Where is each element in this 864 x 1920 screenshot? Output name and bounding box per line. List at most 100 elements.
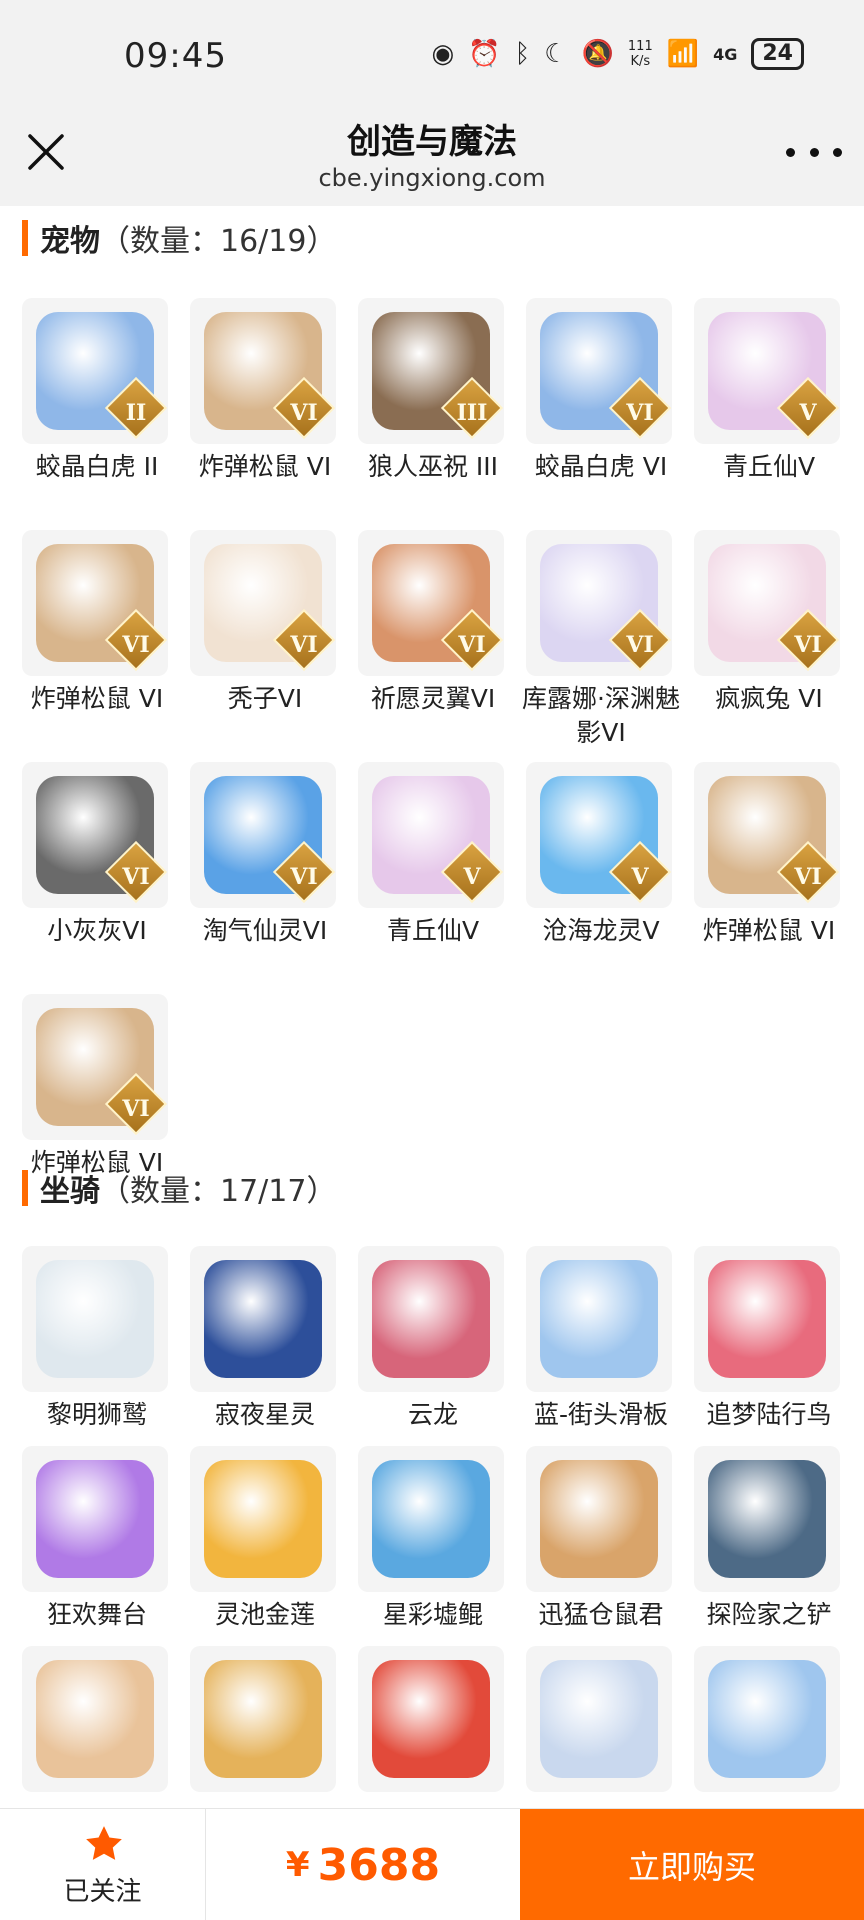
follow-label: 已关注: [63, 1877, 142, 1907]
mount-name: 狂欢舞台: [46, 1600, 147, 1629]
page-header: 创造与魔法 cbe.yingxiong.com: [0, 110, 864, 206]
mount-thumbnail: [358, 1446, 504, 1592]
mount-image: [540, 1660, 658, 1778]
page-title: 创造与魔法: [347, 122, 517, 162]
page-url: cbe.yingxiong.com: [318, 164, 546, 192]
section-accent: [22, 220, 28, 256]
mount-image: [36, 1460, 154, 1578]
level-badge-text: VI: [122, 1096, 150, 1122]
mounts-count: （数量：17/17）: [100, 1174, 337, 1209]
mount-thumbnail: [358, 1246, 504, 1392]
pets-title: 宠物: [40, 224, 100, 259]
pet-name: 秃子VI: [227, 684, 303, 713]
pet-thumbnail: VI: [190, 298, 336, 444]
pet-thumbnail: III: [358, 298, 504, 444]
pet-thumbnail: VI: [694, 530, 840, 676]
pet-name: 青丘仙V: [722, 452, 816, 481]
pet-thumbnail: V: [358, 762, 504, 908]
mount-image: [204, 1660, 322, 1778]
currency-symbol: ¥: [285, 1845, 310, 1885]
mount-name: 寂夜星灵: [214, 1400, 315, 1429]
bottom-bar: 已关注 ¥ 3688 立即购买: [0, 1808, 864, 1920]
pet-name: 蛟晶白虎 VI: [534, 452, 668, 481]
mount-name: 黎明狮鹫: [46, 1400, 147, 1429]
status-icons: ◉ ⏰ ᛒ ☾ 🔕 111 K/s 📶 4G 24: [432, 38, 804, 70]
mount-name: 探险家之铲: [706, 1600, 832, 1629]
pets-section-header: 宠物 （数量：16/19）: [22, 218, 337, 259]
level-badge-text: V: [799, 400, 817, 426]
mount-thumbnail: [22, 1446, 168, 1592]
level-badge-text: II: [125, 400, 147, 426]
level-badge-text: VI: [794, 632, 822, 658]
level-badge-text: VI: [122, 864, 150, 890]
pet-thumbnail: V: [526, 762, 672, 908]
mount-thumbnail: [694, 1646, 840, 1792]
level-badge-text: VI: [626, 400, 654, 426]
level-badge-text: III: [456, 400, 488, 426]
pets-count: （数量：16/19）: [100, 224, 337, 259]
mount-name: 蓝-街头滑板: [533, 1400, 669, 1429]
mount-thumbnail: [694, 1246, 840, 1392]
pet-name: 淘气仙灵VI: [202, 916, 328, 945]
mount-thumbnail: [526, 1446, 672, 1592]
buy-now-button[interactable]: 立即购买: [520, 1809, 864, 1920]
pet-name: 库露娜·深渊魅影VI: [522, 684, 680, 747]
battery-icon: 24: [751, 38, 804, 70]
price: ¥ 3688: [206, 1809, 520, 1920]
network-speed: 111 K/s: [628, 39, 653, 69]
mount-image: [540, 1460, 658, 1578]
mount-image: [204, 1260, 322, 1378]
mute-icon: 🔕: [581, 39, 614, 69]
level-badge-text: V: [463, 864, 481, 890]
mount-name: 星彩墟鲲: [382, 1600, 483, 1629]
pet-name: 炸弹松鼠 VI: [198, 452, 332, 481]
pet-name: 青丘仙V: [386, 916, 480, 945]
section-accent: [22, 1170, 28, 1206]
mount-name: 迅猛仓鼠君: [538, 1600, 664, 1629]
pet-thumbnail: VI: [190, 762, 336, 908]
pet-thumbnail: VI: [694, 762, 840, 908]
speed-unit: K/s: [630, 54, 651, 69]
level-badge-text: VI: [122, 632, 150, 658]
mount-thumbnail: [694, 1446, 840, 1592]
pet-name: 沧海龙灵V: [542, 916, 660, 945]
level-badge-text: VI: [290, 632, 318, 658]
level-badge-text: VI: [290, 864, 318, 890]
mount-thumbnail: [22, 1246, 168, 1392]
level-badge-text: VI: [626, 632, 654, 658]
pet-name: 炸弹松鼠 VI: [702, 916, 836, 945]
mount-image: [540, 1260, 658, 1378]
mount-image: [372, 1660, 490, 1778]
pet-name: 蛟晶白虎 II: [35, 452, 159, 481]
level-badge-text: VI: [458, 632, 486, 658]
mounts-section-header: 坐骑 （数量：17/17）: [22, 1168, 337, 1209]
status-time: 09:45: [124, 36, 227, 76]
mount-image: [708, 1460, 826, 1578]
pet-name: 小灰灰VI: [47, 916, 147, 945]
mount-image: [708, 1260, 826, 1378]
star-icon: [86, 1826, 122, 1860]
mount-name: 灵池金莲: [214, 1600, 315, 1629]
mount-image: [204, 1460, 322, 1578]
mounts-title: 坐骑: [40, 1174, 100, 1209]
mount-thumbnail: [190, 1446, 336, 1592]
mount-thumbnail: [526, 1646, 672, 1792]
level-badge-text: VI: [290, 400, 318, 426]
pet-name: 炸弹松鼠 VI: [30, 684, 164, 713]
moon-icon: ☾: [544, 39, 568, 69]
pet-thumbnail: VI: [22, 994, 168, 1140]
pet-thumbnail: VI: [526, 298, 672, 444]
speed-value: 111: [627, 39, 653, 54]
pet-thumbnail: VI: [22, 762, 168, 908]
status-bar: 09:45 ◉ ⏰ ᛒ ☾ 🔕 111 K/s 📶 4G 24: [0, 0, 864, 110]
more-icon[interactable]: [786, 132, 842, 172]
pet-thumbnail: VI: [358, 530, 504, 676]
mount-image: [372, 1260, 490, 1378]
pet-thumbnail: VI: [190, 530, 336, 676]
follow-button[interactable]: 已关注: [0, 1809, 206, 1920]
mount-name: 云龙: [407, 1400, 458, 1429]
network-type: 4G: [713, 44, 738, 64]
eye-icon: ◉: [431, 39, 455, 69]
mount-image: [372, 1460, 490, 1578]
wifi-icon: 📶: [666, 39, 700, 69]
